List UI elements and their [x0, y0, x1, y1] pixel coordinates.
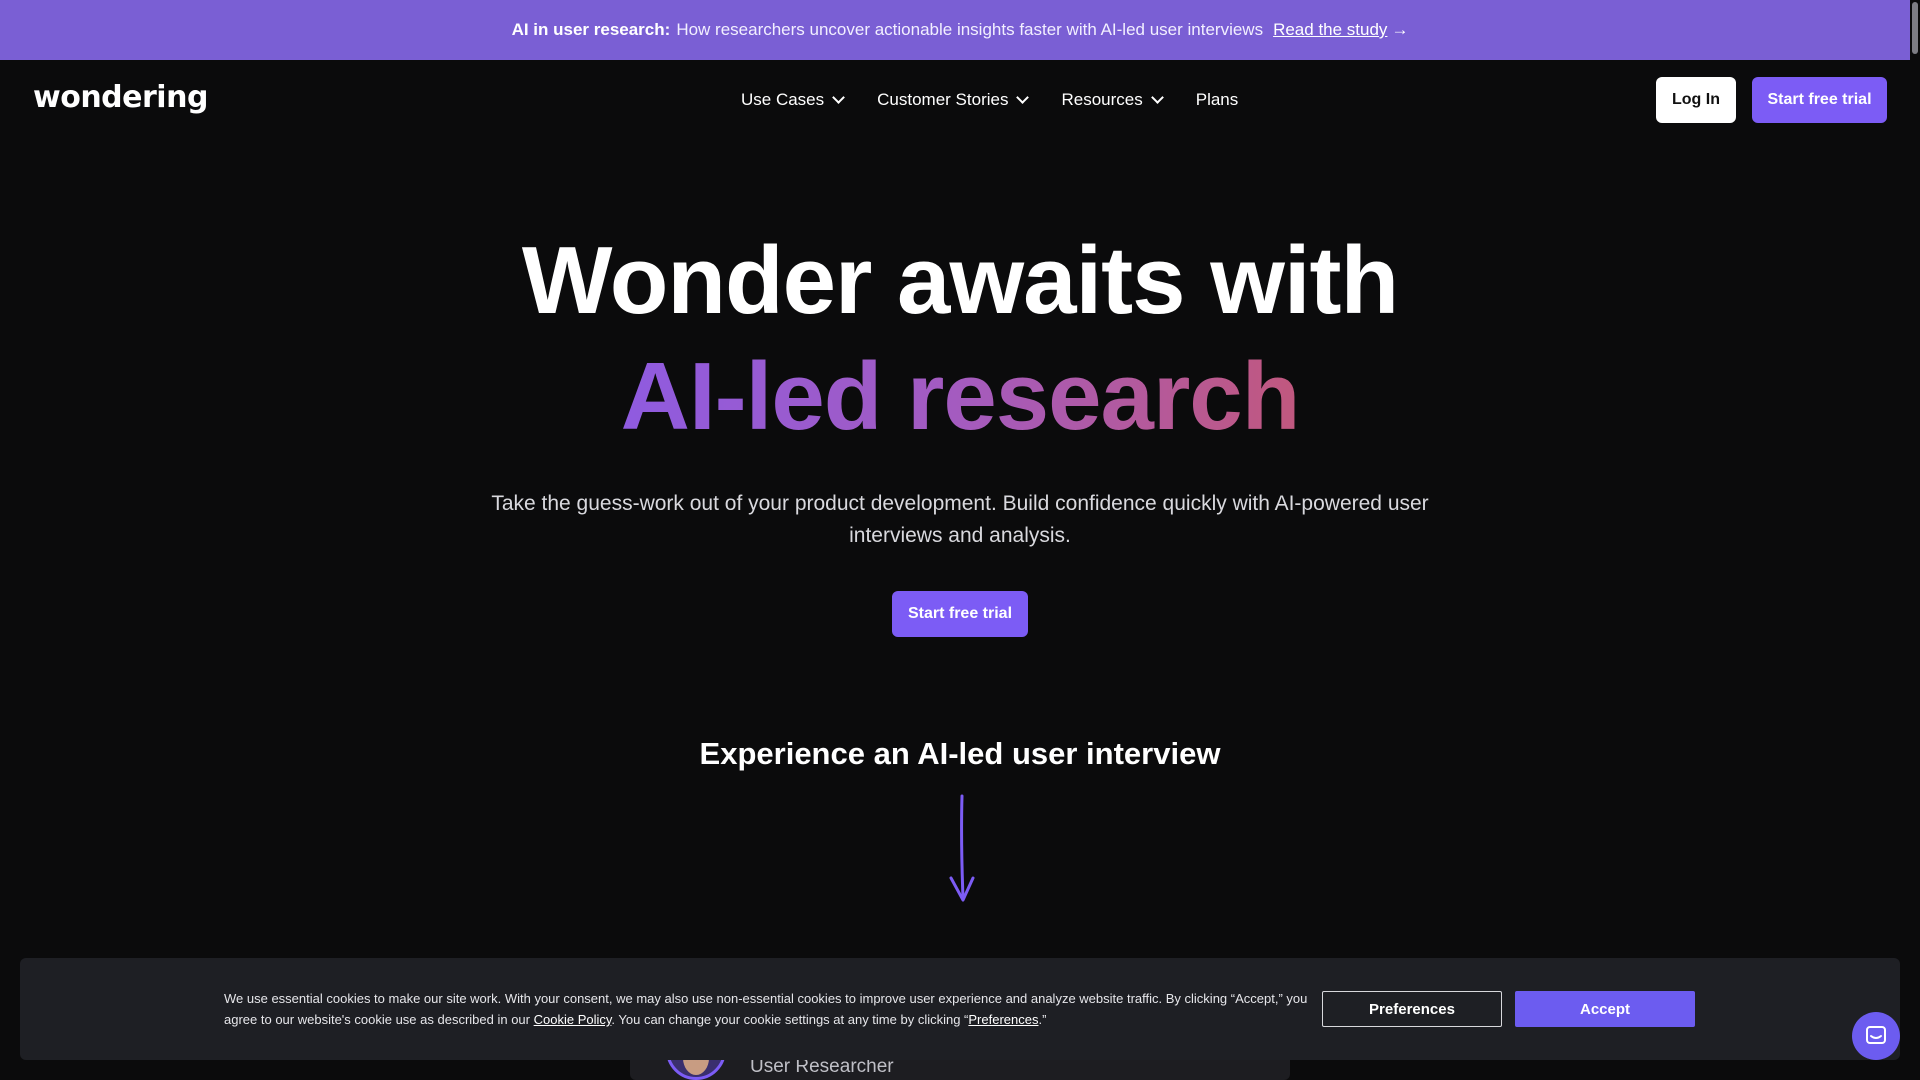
read-study-link[interactable]: Read the study — [1273, 20, 1387, 40]
chevron-down-icon — [832, 91, 846, 104]
scrollbar-thumb[interactable] — [1912, 2, 1918, 54]
nav-item-use-cases[interactable]: Use Cases — [741, 90, 846, 110]
nav-item-label: Use Cases — [741, 90, 825, 109]
banner-text: How researchers uncover actionable insig… — [676, 20, 1264, 39]
experience-heading: Experience an AI-led user interview — [699, 736, 1221, 771]
arrow-down-icon — [949, 794, 975, 902]
hero-heading-line1: Wonder awaits with — [521, 227, 1399, 334]
nav-item-label: Plans — [1195, 90, 1239, 109]
chat-widget-button[interactable] — [1852, 1012, 1900, 1060]
arrow-right-icon: → — [1391, 20, 1409, 39]
nav-item-label: Resources — [1061, 90, 1143, 109]
login-button[interactable]: Log In — [1656, 77, 1736, 123]
hero-gradient-text: AI-led research — [620, 343, 1301, 450]
start-trial-button-hero[interactable]: Start free trial — [892, 591, 1028, 637]
cookie-policy-link[interactable]: Cookie Policy — [534, 1012, 612, 1027]
nav-item-customer-stories[interactable]: Customer Stories — [877, 90, 1030, 110]
cookie-text-part3: .” — [1038, 1012, 1047, 1027]
preferences-button[interactable]: Preferences — [1322, 991, 1502, 1027]
announcement-banner: AI in user research: How researchers unc… — [0, 0, 1920, 60]
nav-item-resources[interactable]: Resources — [1061, 90, 1164, 110]
hero-subtitle: Take the guess-work out of your product … — [491, 492, 1429, 547]
cookie-text-part2: . You can change your cookie settings at… — [611, 1012, 969, 1027]
nav-item-label: Customer Stories — [877, 90, 1009, 109]
accept-button[interactable]: Accept — [1515, 991, 1695, 1027]
nav-item-plans[interactable]: Plans — [1196, 90, 1239, 110]
cookie-text: We use essential cookies to make our sit… — [224, 988, 1334, 1030]
hero-heading-line2: AI-led research — [0, 342, 1920, 452]
chevron-down-icon — [1016, 91, 1030, 104]
logo[interactable]: wondering — [33, 80, 208, 115]
main-menu: Use Cases Customer Stories Resources Pla… — [741, 60, 1272, 140]
start-trial-button-nav[interactable]: Start free trial — [1752, 77, 1887, 123]
chat-icon — [1866, 1026, 1886, 1044]
top-nav: wondering Use Cases Customer Stories Res… — [0, 60, 1920, 140]
cookie-banner: We use essential cookies to make our sit… — [20, 958, 1900, 1060]
cookie-preferences-link[interactable]: Preferences — [968, 1012, 1038, 1027]
chevron-down-icon — [1150, 91, 1164, 104]
page-scrollbar[interactable] — [1910, 0, 1920, 1080]
banner-lead: AI in user research: — [511, 20, 671, 39]
